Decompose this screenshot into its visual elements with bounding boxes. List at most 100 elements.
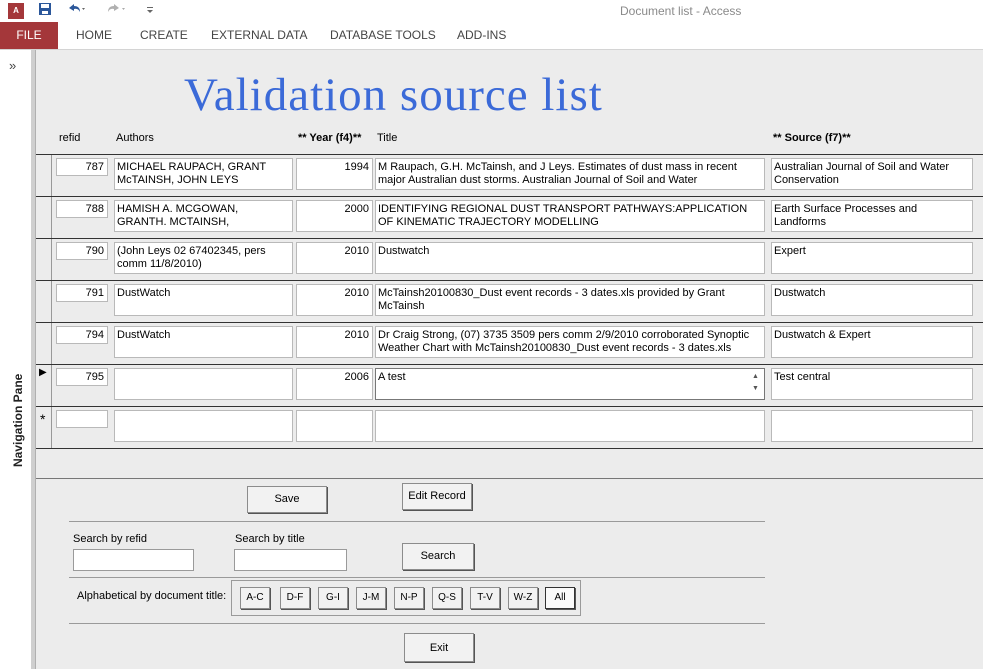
header-year: ** Year (f4)** xyxy=(298,132,362,144)
table-row: 787 MICHAEL RAUPACH, GRANT McTAINSH, JOH… xyxy=(36,154,983,196)
source-field[interactable]: Dustwatch xyxy=(771,284,973,316)
title-bar: A Document list - Access xyxy=(0,0,983,22)
undo-icon[interactable] xyxy=(66,2,88,19)
record-selector[interactable] xyxy=(36,155,52,196)
search-button[interactable]: Search xyxy=(402,543,474,570)
navigation-pane: » Navigation Pane xyxy=(0,50,32,669)
table-row: 790 (John Leys 02 67402345, pers comm 11… xyxy=(36,238,983,280)
search-refid-label: Search by refid xyxy=(73,533,147,545)
header-authors: Authors xyxy=(116,132,154,144)
record-selector[interactable] xyxy=(36,323,52,364)
year-field[interactable]: 2010 xyxy=(296,284,373,316)
table-row-new: * xyxy=(36,406,983,448)
exit-button[interactable]: Exit xyxy=(404,633,474,662)
tab-external-data[interactable]: EXTERNAL DATA xyxy=(211,22,307,49)
authors-field[interactable]: DustWatch xyxy=(114,284,293,316)
filter-t-v-button[interactable]: T-V xyxy=(470,587,500,609)
title-field[interactable]: Dustwatch xyxy=(375,242,765,274)
current-record-selector[interactable]: ▶ xyxy=(36,365,52,406)
title-scrollbar[interactable]: ▲ ▼ xyxy=(752,371,762,395)
divider-line xyxy=(69,623,765,624)
filter-q-s-button[interactable]: Q-S xyxy=(432,587,462,609)
filter-n-p-button[interactable]: N-P xyxy=(394,587,424,609)
authors-field[interactable]: HAMISH A. MCGOWAN, GRANTH. MCTAINSH, xyxy=(114,200,293,232)
record-selector[interactable] xyxy=(36,281,52,322)
tab-database-tools[interactable]: DATABASE TOOLS xyxy=(330,22,436,49)
form-area: Validation source list refid Authors ** … xyxy=(31,50,983,669)
year-field[interactable]: 2010 xyxy=(296,326,373,358)
refid-field[interactable]: 791 xyxy=(56,284,108,302)
source-field[interactable]: Australian Journal of Soil and Water Con… xyxy=(771,158,973,190)
source-field-new[interactable] xyxy=(771,410,973,442)
title-field[interactable]: Dr Craig Strong, (07) 3735 3509 pers com… xyxy=(375,326,765,358)
table-row-current: ▶ 795 2006 A test ▲ ▼ Test central xyxy=(36,364,983,406)
source-field[interactable]: Dustwatch & Expert xyxy=(771,326,973,358)
expand-nav-pane-icon[interactable]: » xyxy=(9,58,16,73)
year-field[interactable]: 2010 xyxy=(296,242,373,274)
tab-file[interactable]: FILE xyxy=(0,22,58,49)
title-field[interactable]: M Raupach, G.H. McTainsh, and J Leys. Es… xyxy=(375,158,765,190)
authors-field[interactable]: DustWatch xyxy=(114,326,293,358)
new-record-selector[interactable]: * xyxy=(36,407,52,448)
search-title-input[interactable] xyxy=(234,549,347,571)
edit-record-button[interactable]: Edit Record xyxy=(402,483,472,510)
divider-line xyxy=(69,577,765,578)
refid-field[interactable]: 795 xyxy=(56,368,108,386)
window-title: Document list - Access xyxy=(620,4,742,18)
refid-field[interactable]: 787 xyxy=(56,158,108,176)
save-button[interactable]: Save xyxy=(247,486,327,513)
title-field-text: A test xyxy=(378,371,406,383)
tab-home[interactable]: HOME xyxy=(76,22,112,49)
year-field-new[interactable] xyxy=(296,410,373,442)
current-record-arrow-icon: ▶ xyxy=(39,367,47,378)
new-record-icon: * xyxy=(40,411,46,427)
authors-field-new[interactable] xyxy=(114,410,293,442)
title-field-active[interactable]: A test ▲ ▼ xyxy=(375,368,765,400)
record-selector[interactable] xyxy=(36,239,52,280)
filter-w-z-button[interactable]: W-Z xyxy=(508,587,538,609)
source-field[interactable]: Test central xyxy=(771,368,973,400)
search-title-label: Search by title xyxy=(235,533,305,545)
refid-field[interactable]: 788 xyxy=(56,200,108,218)
ribbon-tabs: FILE HOME CREATE EXTERNAL DATA DATABASE … xyxy=(0,22,983,50)
source-field[interactable]: Expert xyxy=(771,242,973,274)
divider-line xyxy=(69,521,765,522)
source-field[interactable]: Earth Surface Processes and Landforms xyxy=(771,200,973,232)
authors-field[interactable]: MICHAEL RAUPACH, GRANT McTAINSH, JOHN LE… xyxy=(114,158,293,190)
title-field[interactable]: IDENTIFYING REGIONAL DUST TRANSPORT PATH… xyxy=(375,200,765,232)
refid-field-new[interactable] xyxy=(56,410,108,428)
year-field[interactable]: 2006 xyxy=(296,368,373,400)
redo-icon[interactable] xyxy=(106,2,128,19)
authors-field[interactable]: (John Leys 02 67402345, pers comm 11/8/2… xyxy=(114,242,293,274)
title-field[interactable]: McTainsh20100830_Dust event records - 3 … xyxy=(375,284,765,316)
filter-all-button[interactable]: All xyxy=(545,587,575,609)
filter-g-i-button[interactable]: G-I xyxy=(318,587,348,609)
scroll-up-icon[interactable]: ▲ xyxy=(752,371,762,383)
year-field[interactable]: 1994 xyxy=(296,158,373,190)
tab-add-ins[interactable]: ADD-INS xyxy=(457,22,506,49)
navigation-pane-label[interactable]: Navigation Pane xyxy=(11,374,25,467)
title-field-new[interactable] xyxy=(375,410,765,442)
refid-field[interactable]: 790 xyxy=(56,242,108,260)
customize-toolbar-icon[interactable] xyxy=(145,2,155,19)
grid-bottom-border xyxy=(36,448,983,449)
table-row: 794 DustWatch 2010 Dr Craig Strong, (07)… xyxy=(36,322,983,364)
header-refid: refid xyxy=(59,132,81,144)
filter-a-c-button[interactable]: A-C xyxy=(240,587,270,609)
form-title: Validation source list xyxy=(184,69,603,121)
table-row: 788 HAMISH A. MCGOWAN, GRANTH. MCTAINSH,… xyxy=(36,196,983,238)
refid-field[interactable]: 794 xyxy=(56,326,108,344)
save-icon[interactable] xyxy=(38,2,52,19)
filter-j-m-button[interactable]: J-M xyxy=(356,587,386,609)
header-source: ** Source (f7)** xyxy=(773,132,851,144)
tab-create[interactable]: CREATE xyxy=(140,22,188,49)
record-selector[interactable] xyxy=(36,197,52,238)
alphabetical-label: Alphabetical by document title: xyxy=(77,590,227,602)
search-refid-input[interactable] xyxy=(73,549,194,571)
authors-field[interactable] xyxy=(114,368,293,400)
access-app-icon[interactable]: A xyxy=(8,3,24,19)
scroll-down-icon[interactable]: ▼ xyxy=(752,383,762,395)
year-field[interactable]: 2000 xyxy=(296,200,373,232)
filter-d-f-button[interactable]: D-F xyxy=(280,587,310,609)
header-title: Title xyxy=(377,132,398,144)
